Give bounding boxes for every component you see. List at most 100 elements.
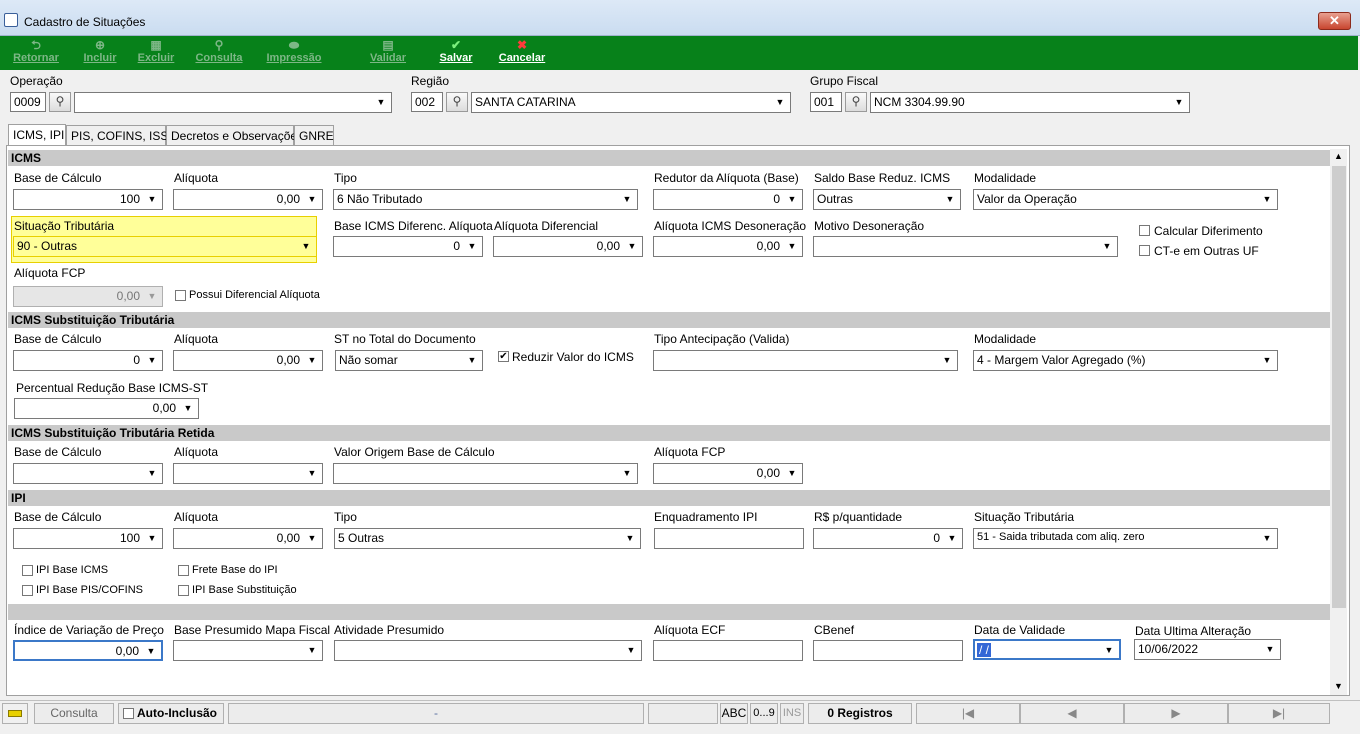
ipi-base-icms-checkbox[interactable]	[22, 565, 33, 576]
scroll-up-icon[interactable]: ▲	[1334, 151, 1343, 161]
st-perc-select[interactable]: 0,00 ▼	[14, 398, 199, 419]
excluir-button[interactable]: ▦ Excluir	[134, 38, 178, 68]
reduzir-icms-label: Reduzir Valor do ICMS	[512, 350, 634, 364]
ipi-aliq-select[interactable]: 0,00 ▼	[173, 528, 323, 549]
st-modal-select[interactable]: 4 - Margem Valor Agregado (%) ▼	[973, 350, 1278, 371]
icms-ades-select[interactable]: 0,00 ▼	[653, 236, 803, 257]
chevron-down-icon: ▼	[1262, 194, 1272, 204]
bpm-select[interactable]: ▼	[173, 640, 323, 661]
last-record-icon[interactable]: ▶|	[1228, 703, 1330, 724]
tab-pis-cofins[interactable]: PIS, COFINS, ISS	[66, 125, 168, 145]
possui-diferencial-checkbox[interactable]	[175, 290, 186, 301]
status-empty	[648, 703, 718, 724]
chevron-down-icon: ▼	[787, 241, 797, 251]
salvar-button[interactable]: ✔ Salvar	[435, 38, 477, 68]
st-antec-select[interactable]: ▼	[653, 350, 958, 371]
chevron-down-icon: ▼	[787, 194, 797, 204]
cte-checkbox[interactable]	[1139, 245, 1150, 256]
str-base-select[interactable]: ▼	[13, 463, 163, 484]
icms-redutor-select[interactable]: 0 ▼	[653, 189, 803, 210]
tab-gnre[interactable]: GNRE	[294, 125, 334, 145]
cbenef-input[interactable]	[813, 640, 963, 661]
auto-inclusao-checkbox[interactable]	[123, 708, 134, 720]
ecf-input[interactable]	[653, 640, 803, 661]
icms-aliq-select[interactable]: 0,00 ▼	[173, 189, 323, 210]
ativ-select[interactable]: ▼	[334, 640, 642, 661]
icms-mdes-select[interactable]: ▼	[813, 236, 1118, 257]
regiao-label: Região	[411, 74, 450, 88]
str-aliq-select[interactable]: ▼	[173, 463, 323, 484]
validade-select[interactable]: / / ▼	[973, 639, 1121, 660]
impressao-button[interactable]: ⬬ Impressão	[261, 38, 327, 68]
str-aliq-label: Alíquota	[174, 445, 219, 459]
ipi-tipo-label: Tipo	[334, 510, 357, 524]
st-base-select[interactable]: 0 ▼	[13, 350, 163, 371]
chevron-down-icon: ▼	[947, 533, 957, 543]
icms-modal-select[interactable]: Valor da Operação ▼	[973, 189, 1278, 210]
status-bar: Consulta Auto-Inclusão - ABC 0...9 INS 0…	[0, 700, 1360, 724]
tab-decretos[interactable]: Decretos e Observações	[166, 125, 303, 145]
ipi-sit-select[interactable]: 51 - Saida tributada com aliq. zero ▼	[973, 528, 1278, 549]
reduzir-icms-checkbox[interactable]: ✔	[498, 351, 509, 362]
ipi-rsq-select[interactable]: 0 ▼	[813, 528, 963, 549]
ipi-base-pis-checkbox[interactable]	[22, 585, 33, 596]
chevron-down-icon: ▼	[627, 241, 637, 251]
validade-label: Data de Validade	[974, 623, 1066, 637]
chevron-down-icon: ▼	[1102, 241, 1112, 251]
chevron-down-icon: ▼	[147, 194, 157, 204]
retornar-button[interactable]: ⮌ Retornar	[8, 38, 64, 68]
regiao-search-icon[interactable]: ⚲	[446, 92, 468, 112]
str-fcp-label: Alíquota FCP	[654, 445, 726, 459]
chevron-down-icon: ▼	[622, 194, 632, 204]
chevron-down-icon: ▼	[625, 533, 635, 543]
cancelar-button[interactable]: ✖ Cancelar	[495, 38, 549, 68]
grupo-search-icon[interactable]: ⚲	[845, 92, 867, 112]
next-record-icon[interactable]: ▶	[1124, 703, 1228, 724]
frete-base-ipi-checkbox[interactable]	[178, 565, 189, 576]
prev-record-icon[interactable]: ◀	[1020, 703, 1124, 724]
chevron-down-icon: ▼	[147, 291, 157, 301]
ipi-base-select[interactable]: 100 ▼	[13, 528, 163, 549]
str-origem-select[interactable]: ▼	[333, 463, 638, 484]
grupo-code-input[interactable]: 001	[810, 92, 842, 112]
ipi-enq-input[interactable]	[654, 528, 804, 549]
validar-button[interactable]: ▤ Validar	[366, 38, 410, 68]
chevron-down-icon: ▼	[775, 97, 785, 107]
icms-adif-select[interactable]: 0,00 ▼	[493, 236, 643, 257]
icms-fcp-select[interactable]: 0,00 ▼	[13, 286, 163, 307]
scroll-down-icon[interactable]: ▼	[1334, 681, 1343, 691]
tab-icms-ipi[interactable]: ICMS, IPI	[8, 124, 66, 145]
icms-sit-select[interactable]: 90 - Outras ▼	[13, 236, 317, 257]
scroll-thumb[interactable]	[1332, 166, 1346, 608]
ativ-label: Atividade Presumido	[334, 623, 445, 637]
st-aliq-select[interactable]: 0,00 ▼	[173, 350, 323, 371]
icms-bdif-select[interactable]: 0 ▼	[333, 236, 483, 257]
consulta-button[interactable]: ⚲ Consulta	[192, 38, 246, 68]
str-fcp-select[interactable]: 0,00 ▼	[653, 463, 803, 484]
vertical-scrollbar[interactable]: ▲ ▼	[1330, 149, 1347, 695]
ipi-tipo-select[interactable]: 5 Outras ▼	[334, 528, 641, 549]
incluir-button[interactable]: ⊕ Incluir	[78, 38, 122, 68]
chevron-down-icon: ▼	[622, 468, 632, 478]
ult-alt-select[interactable]: 10/06/2022 ▼	[1134, 639, 1281, 660]
operacao-search-icon[interactable]: ⚲	[49, 92, 71, 112]
ipi-enq-label: Enquadramento IPI	[654, 510, 758, 524]
close-button[interactable]: ✕	[1318, 12, 1351, 30]
grupo-select[interactable]: NCM 3304.99.90 ▼	[870, 92, 1190, 113]
auto-inclusao-toggle[interactable]: Auto-Inclusão	[118, 703, 224, 724]
icms-ades-label: Alíquota ICMS Desoneração	[654, 219, 807, 233]
ipi-base-subst-checkbox[interactable]	[178, 585, 189, 596]
regiao-code-input[interactable]: 002	[411, 92, 443, 112]
operacao-select[interactable]: ▼	[74, 92, 392, 113]
chevron-down-icon: ▼	[1265, 644, 1275, 654]
icms-saldo-select[interactable]: Outras ▼	[813, 189, 961, 210]
chevron-down-icon: ▼	[307, 468, 317, 478]
ind-select[interactable]: 0,00 ▼	[13, 640, 163, 661]
operacao-code-input[interactable]: 0009	[10, 92, 46, 112]
st-total-select[interactable]: Não somar ▼	[335, 350, 483, 371]
regiao-select[interactable]: SANTA CATARINA ▼	[471, 92, 791, 113]
first-record-icon[interactable]: |◀	[916, 703, 1020, 724]
icms-base-select[interactable]: 100 ▼	[13, 189, 163, 210]
icms-tipo-select[interactable]: 6 Não Tributado ▼	[333, 189, 638, 210]
calc-diferimento-checkbox[interactable]	[1139, 225, 1150, 236]
